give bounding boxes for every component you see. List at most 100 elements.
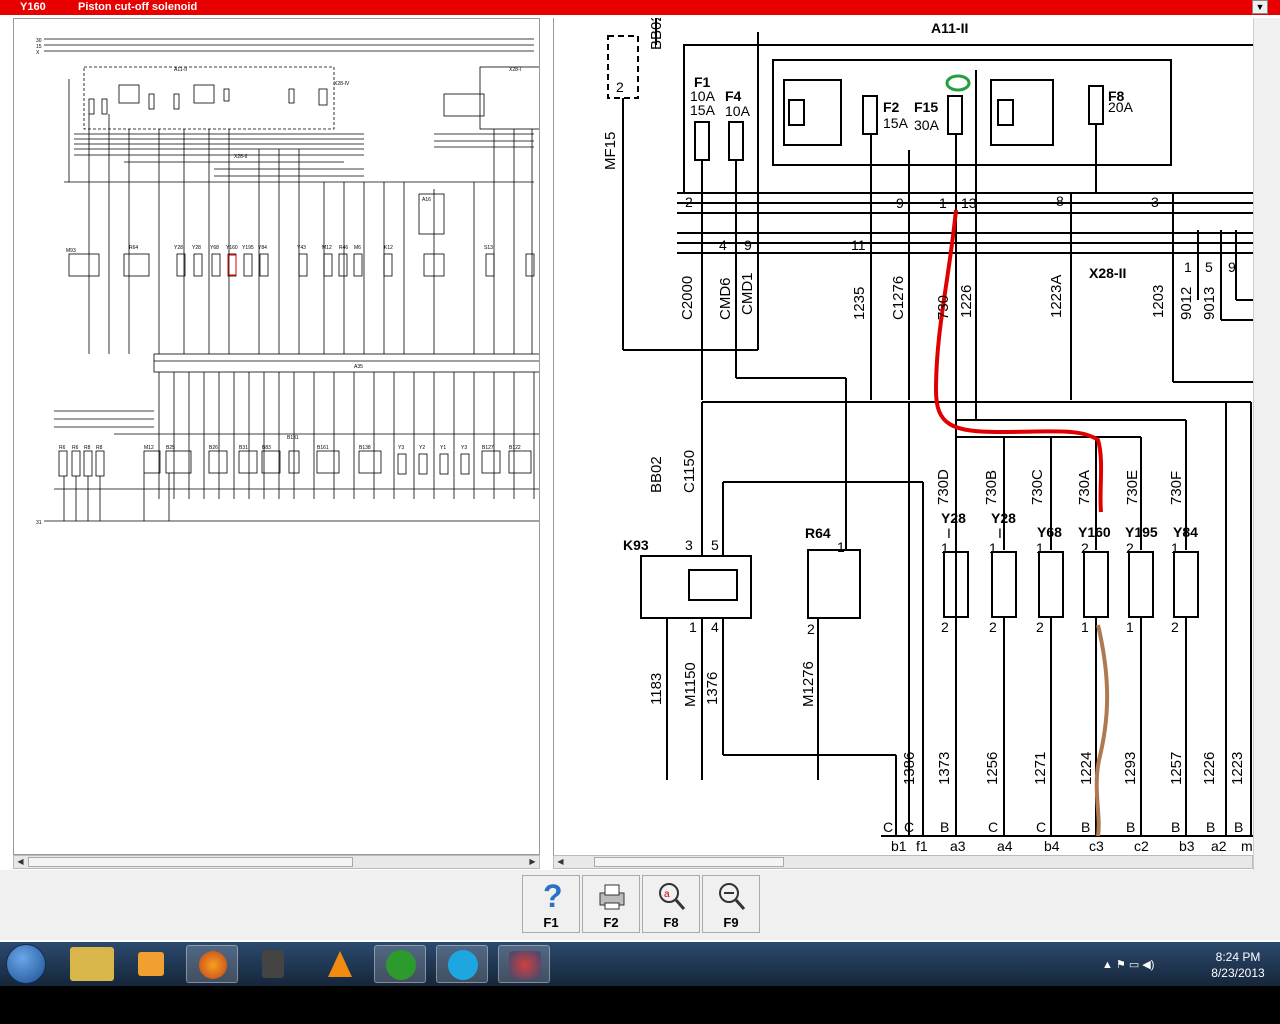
svg-text:1183: 1183 <box>648 673 665 705</box>
svg-text:Y28: Y28 <box>991 510 1016 526</box>
svg-text:2: 2 <box>1171 619 1179 635</box>
svg-text:M6: M6 <box>354 245 361 251</box>
svg-text:2: 2 <box>1126 540 1134 556</box>
svg-text:B122: B122 <box>509 445 521 451</box>
svg-text:C1276: C1276 <box>890 276 907 320</box>
file-explorer-icon[interactable] <box>70 947 114 981</box>
svg-text:a: a <box>664 889 670 900</box>
help-button[interactable]: ? F1 <box>522 875 580 933</box>
svg-text:1223A: 1223A <box>1048 275 1065 318</box>
svg-text:f1: f1 <box>916 838 928 854</box>
component-code: Y160 <box>20 1 46 13</box>
zoom-button[interactable]: F9 <box>702 875 760 933</box>
system-tray-icons[interactable]: ▲ ⚑ ▭ ◀) <box>1102 958 1172 972</box>
component-dropdown-button[interactable]: ▼ <box>1252 0 1268 14</box>
svg-text:11: 11 <box>851 237 866 253</box>
svg-text:b1: b1 <box>891 838 907 854</box>
svg-text:B: B <box>1171 819 1180 835</box>
svg-text:?: ? <box>543 879 563 914</box>
skype-icon[interactable] <box>436 945 488 983</box>
svg-text:9: 9 <box>1228 259 1236 275</box>
right-horizontal-scrollbar[interactable]: ◀ <box>553 855 1253 869</box>
svg-text:B26: B26 <box>209 445 218 451</box>
svg-text:M12: M12 <box>144 445 154 451</box>
media-player-icon[interactable] <box>126 945 178 983</box>
svg-text:Y160: Y160 <box>1078 524 1111 540</box>
vlc-icon[interactable] <box>312 945 364 983</box>
svg-text:1257: 1257 <box>1168 752 1185 785</box>
scroll-right-arrow[interactable]: ▶ <box>526 856 539 868</box>
highlighted-power-wire <box>933 209 1104 513</box>
clock-date[interactable]: 8/23/2013 <box>1200 966 1276 980</box>
svg-text:2: 2 <box>1081 540 1089 556</box>
svg-text:X28-II: X28-II <box>1089 265 1126 281</box>
scrollbar-thumb[interactable] <box>594 857 784 867</box>
screen-border <box>0 986 1280 1024</box>
print-button[interactable]: F2 <box>582 875 640 933</box>
svg-text:2: 2 <box>807 621 815 637</box>
detail-diagram-pane[interactable]: A11-II F1 10A 15A F4 10A F2 15A F15 30A F… <box>553 18 1254 855</box>
svg-text:2: 2 <box>989 619 997 635</box>
svg-text:R8: R8 <box>96 445 103 451</box>
svg-text:2: 2 <box>1036 619 1044 635</box>
overview-wiring-diagram: 3015X A11-II X28-IVX28-I X28-II M93 R64 Y… <box>36 38 539 526</box>
svg-text:X28-IV: X28-IV <box>334 81 350 87</box>
svg-text:X28-I: X28-I <box>509 67 521 73</box>
svg-text:1223: 1223 <box>1229 752 1246 785</box>
svg-text:C: C <box>988 819 998 835</box>
svg-text:A11-II: A11-II <box>174 67 187 73</box>
svg-text:I: I <box>947 525 951 541</box>
svg-text:m: m <box>1241 838 1253 854</box>
right-vertical-scrollbar[interactable] <box>1253 18 1280 870</box>
tanks-game-icon[interactable] <box>248 945 300 983</box>
svg-text:1293: 1293 <box>1122 752 1139 785</box>
svg-text:Y68: Y68 <box>1037 524 1062 540</box>
title-bar: Y160 Piston cut-off solenoid ▼ <box>0 0 1280 15</box>
help-icon: ? <box>543 879 563 914</box>
diagnostic-app-icon[interactable] <box>498 945 550 983</box>
svg-text:1373: 1373 <box>936 752 953 785</box>
svg-text:A16: A16 <box>422 197 431 203</box>
svg-text:5: 5 <box>1205 259 1213 275</box>
svg-text:1226: 1226 <box>1201 752 1218 785</box>
svg-text:730: 730 <box>935 295 952 320</box>
svg-text:A35: A35 <box>354 364 363 370</box>
svg-text:1235: 1235 <box>851 287 868 320</box>
svg-text:C2000: C2000 <box>679 276 696 320</box>
svg-text:9: 9 <box>744 237 752 253</box>
highlighted-ground-wire <box>1094 624 1110 837</box>
svg-text:B127: B127 <box>482 445 494 451</box>
utorrent-icon[interactable] <box>374 945 426 983</box>
svg-text:M1276: M1276 <box>800 661 817 707</box>
zoom-text-icon: a <box>659 883 686 910</box>
svg-text:15A: 15A <box>690 102 716 118</box>
svg-text:2: 2 <box>685 194 693 210</box>
scrollbar-thumb[interactable] <box>28 857 353 867</box>
start-button[interactable] <box>6 944 46 984</box>
svg-text:Y68: Y68 <box>210 245 219 251</box>
svg-text:1: 1 <box>939 195 947 211</box>
svg-text:1: 1 <box>689 619 697 635</box>
svg-text:R46: R46 <box>339 245 348 251</box>
svg-text:K12: K12 <box>384 245 393 251</box>
component-description: Piston cut-off solenoid <box>78 1 198 13</box>
scroll-left-arrow[interactable]: ◀ <box>554 856 567 868</box>
svg-text:X: X <box>36 50 40 56</box>
svg-text:K93: K93 <box>623 537 649 553</box>
clock-time[interactable]: 8:24 PM <box>1205 950 1271 964</box>
svg-text:B: B <box>1206 819 1215 835</box>
svg-text:1: 1 <box>989 540 997 556</box>
svg-text:1: 1 <box>1184 259 1192 275</box>
overview-diagram-pane[interactable]: 30 15 X A11-II X28-IV X28-I X28-II M93 R64 Y… <box>13 18 540 855</box>
svg-text:Y84: Y84 <box>258 245 267 251</box>
scroll-left-arrow[interactable]: ◀ <box>14 856 27 868</box>
svg-text:3: 3 <box>685 537 693 553</box>
zoom-icon <box>719 883 746 910</box>
svg-text:Y28: Y28 <box>941 510 966 526</box>
firefox-icon[interactable] <box>186 945 238 983</box>
left-horizontal-scrollbar[interactable]: ◀ ▶ <box>13 855 540 869</box>
svg-text:a3: a3 <box>950 838 966 854</box>
zoom-text-button[interactable]: a F8 <box>642 875 700 933</box>
svg-text:B131: B131 <box>287 435 299 441</box>
detail-wiring-diagram: A11-II F1 10A15A F4 10A F2 15A F15 30A F… <box>602 18 1254 854</box>
